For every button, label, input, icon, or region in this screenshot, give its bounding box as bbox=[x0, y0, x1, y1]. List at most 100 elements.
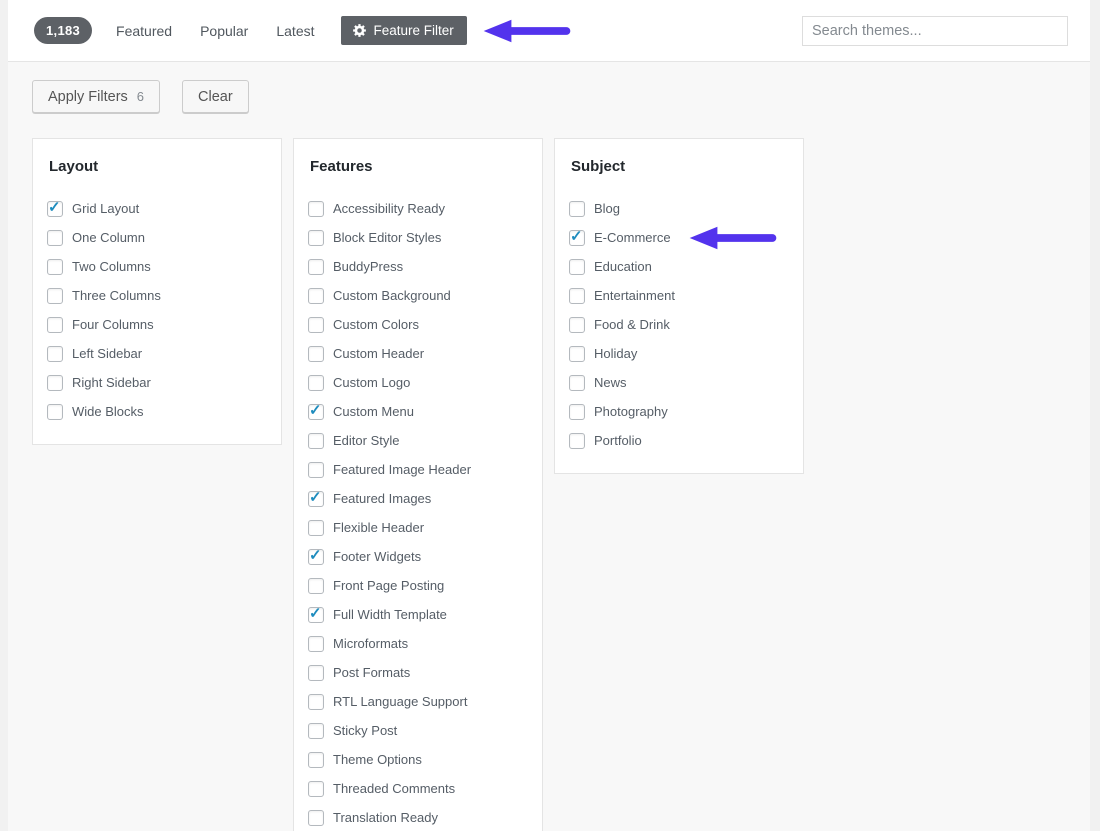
checkbox-label[interactable]: One Column bbox=[72, 230, 145, 245]
checkbox[interactable] bbox=[308, 605, 324, 623]
checkbox[interactable] bbox=[308, 316, 324, 333]
filter-checkbox-row[interactable]: Holiday bbox=[569, 339, 789, 368]
checkbox[interactable] bbox=[47, 345, 63, 362]
filter-checkbox-row[interactable]: RTL Language Support bbox=[308, 687, 528, 716]
checkbox-label[interactable]: Featured Image Header bbox=[333, 462, 471, 477]
filter-checkbox-row[interactable]: Theme Options bbox=[308, 745, 528, 774]
filter-checkbox-row[interactable]: Editor Style bbox=[308, 426, 528, 455]
checkbox-label[interactable]: Holiday bbox=[594, 346, 637, 361]
checkbox-label[interactable]: Education bbox=[594, 259, 652, 274]
checkbox-label[interactable]: Custom Logo bbox=[333, 375, 410, 390]
filter-checkbox-row[interactable]: Right Sidebar bbox=[47, 368, 267, 397]
checkbox-label[interactable]: Custom Menu bbox=[333, 404, 414, 419]
checkbox-label[interactable]: E-Commerce bbox=[594, 230, 671, 245]
checkbox[interactable] bbox=[47, 258, 63, 275]
checkbox-label[interactable]: Custom Header bbox=[333, 346, 424, 361]
checkbox[interactable] bbox=[308, 780, 324, 797]
checkbox[interactable] bbox=[308, 200, 324, 217]
checkbox[interactable] bbox=[308, 722, 324, 739]
filter-checkbox-row[interactable]: BuddyPress bbox=[308, 252, 528, 281]
clear-filters-button[interactable]: Clear bbox=[182, 80, 249, 113]
filter-checkbox-row[interactable]: Accessibility Ready bbox=[308, 194, 528, 223]
checkbox-label[interactable]: Wide Blocks bbox=[72, 404, 144, 419]
filter-checkbox-row[interactable]: Front Page Posting bbox=[308, 571, 528, 600]
checkbox-label[interactable]: Four Columns bbox=[72, 317, 154, 332]
checkbox-label[interactable]: Blog bbox=[594, 201, 620, 216]
checkbox[interactable] bbox=[308, 258, 324, 275]
filter-checkbox-row[interactable]: Custom Colors bbox=[308, 310, 528, 339]
nav-link-featured[interactable]: Featured bbox=[116, 23, 172, 39]
checkbox-label[interactable]: Three Columns bbox=[72, 288, 161, 303]
filter-checkbox-row[interactable]: Education bbox=[569, 252, 789, 281]
checkbox[interactable] bbox=[308, 345, 324, 362]
checkbox[interactable] bbox=[569, 287, 585, 304]
checkbox-label[interactable]: Two Columns bbox=[72, 259, 151, 274]
filter-checkbox-row[interactable]: Featured Image Header bbox=[308, 455, 528, 484]
checkbox[interactable] bbox=[569, 258, 585, 275]
checkbox-label[interactable]: Grid Layout bbox=[72, 201, 139, 216]
checkbox[interactable] bbox=[308, 693, 324, 710]
filter-checkbox-row[interactable]: Footer Widgets bbox=[308, 542, 528, 571]
nav-link-popular[interactable]: Popular bbox=[200, 23, 248, 39]
checkbox[interactable] bbox=[569, 345, 585, 362]
checkbox[interactable] bbox=[308, 287, 324, 304]
checkbox-label[interactable]: Flexible Header bbox=[333, 520, 424, 535]
checkbox-label[interactable]: Microformats bbox=[333, 636, 408, 651]
filter-checkbox-row[interactable]: Entertainment bbox=[569, 281, 789, 310]
checkbox[interactable] bbox=[308, 402, 324, 420]
checkbox-label[interactable]: Photography bbox=[594, 404, 668, 419]
checkbox-label[interactable]: Entertainment bbox=[594, 288, 675, 303]
checkbox-label[interactable]: Footer Widgets bbox=[333, 549, 421, 564]
checkbox-label[interactable]: Portfolio bbox=[594, 433, 642, 448]
checkbox-label[interactable]: Left Sidebar bbox=[72, 346, 142, 361]
checkbox[interactable] bbox=[308, 635, 324, 652]
filter-checkbox-row[interactable]: Block Editor Styles bbox=[308, 223, 528, 252]
search-input[interactable] bbox=[802, 15, 1068, 46]
filter-checkbox-row[interactable]: Featured Images bbox=[308, 484, 528, 513]
checkbox-label[interactable]: Custom Colors bbox=[333, 317, 419, 332]
filter-checkbox-row[interactable]: Sticky Post bbox=[308, 716, 528, 745]
filter-checkbox-row[interactable]: Custom Header bbox=[308, 339, 528, 368]
checkbox[interactable] bbox=[569, 432, 585, 449]
checkbox-label[interactable]: News bbox=[594, 375, 627, 390]
filter-checkbox-row[interactable]: Custom Logo bbox=[308, 368, 528, 397]
checkbox-label[interactable]: Custom Background bbox=[333, 288, 451, 303]
nav-link-latest[interactable]: Latest bbox=[276, 23, 314, 39]
feature-filter-button[interactable]: Feature Filter bbox=[340, 16, 467, 45]
filter-checkbox-row[interactable]: Microformats bbox=[308, 629, 528, 658]
filter-checkbox-row[interactable]: Custom Background bbox=[308, 281, 528, 310]
filter-checkbox-row[interactable]: E-Commerce bbox=[569, 223, 789, 252]
checkbox-label[interactable]: Sticky Post bbox=[333, 723, 397, 738]
checkbox[interactable] bbox=[47, 287, 63, 304]
filter-checkbox-row[interactable]: Left Sidebar bbox=[47, 339, 267, 368]
checkbox[interactable] bbox=[569, 403, 585, 420]
filter-checkbox-row[interactable]: Threaded Comments bbox=[308, 774, 528, 803]
filter-checkbox-row[interactable]: Full Width Template bbox=[308, 600, 528, 629]
checkbox[interactable] bbox=[569, 200, 585, 217]
checkbox[interactable] bbox=[47, 374, 63, 391]
filter-checkbox-row[interactable]: Grid Layout bbox=[47, 194, 267, 223]
filter-checkbox-row[interactable]: Custom Menu bbox=[308, 397, 528, 426]
checkbox-label[interactable]: BuddyPress bbox=[333, 259, 403, 274]
checkbox[interactable] bbox=[308, 229, 324, 246]
filter-checkbox-row[interactable]: Post Formats bbox=[308, 658, 528, 687]
checkbox-label[interactable]: Post Formats bbox=[333, 665, 410, 680]
checkbox[interactable] bbox=[47, 316, 63, 333]
checkbox[interactable] bbox=[47, 229, 63, 246]
apply-filters-button[interactable]: Apply Filters 6 bbox=[32, 80, 161, 113]
filter-checkbox-row[interactable]: Photography bbox=[569, 397, 789, 426]
checkbox[interactable] bbox=[308, 461, 324, 478]
checkbox-label[interactable]: Block Editor Styles bbox=[333, 230, 441, 245]
checkbox[interactable] bbox=[308, 374, 324, 391]
filter-checkbox-row[interactable]: Translation Ready bbox=[308, 803, 528, 831]
filter-checkbox-row[interactable]: Blog bbox=[569, 194, 789, 223]
checkbox[interactable] bbox=[47, 403, 63, 420]
checkbox-label[interactable]: Translation Ready bbox=[333, 810, 438, 825]
filter-checkbox-row[interactable]: Food & Drink bbox=[569, 310, 789, 339]
checkbox-label[interactable]: Front Page Posting bbox=[333, 578, 444, 593]
checkbox-label[interactable]: Accessibility Ready bbox=[333, 201, 445, 216]
checkbox[interactable] bbox=[308, 809, 324, 826]
filter-checkbox-row[interactable]: Four Columns bbox=[47, 310, 267, 339]
checkbox[interactable] bbox=[308, 547, 324, 565]
checkbox-label[interactable]: RTL Language Support bbox=[333, 694, 467, 709]
